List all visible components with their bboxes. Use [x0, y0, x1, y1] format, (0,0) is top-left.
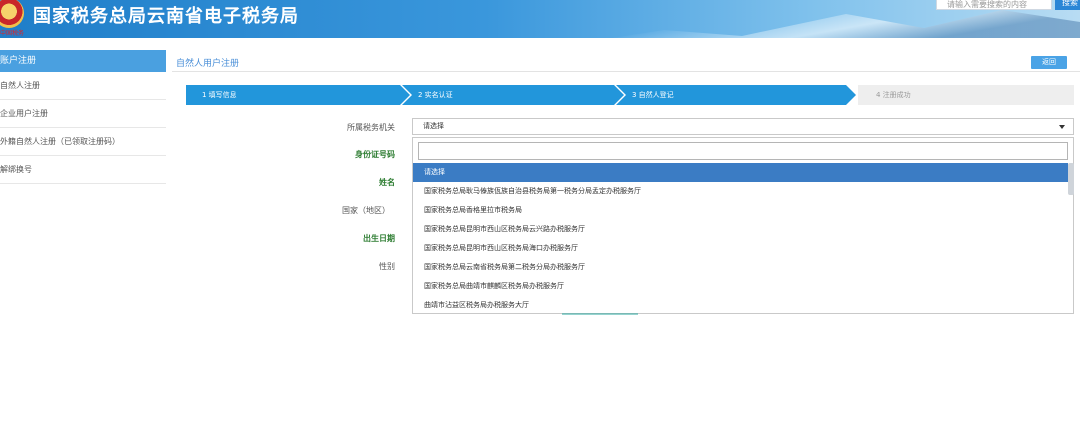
dropdown-scrollbar[interactable] [1068, 163, 1074, 195]
sidebar-heading: 账户注册 [0, 50, 166, 72]
tax-emblem-icon [0, 0, 24, 28]
chevron-down-icon [1059, 125, 1065, 129]
tax-office-dropdown: 请选择 国家税务总局耿马傣族佤族自治县税务局第一税务分局孟定办税服务厅 国家税务… [412, 137, 1074, 314]
logo-caption: 中国税务 [0, 30, 25, 37]
select-value: 请选择 [423, 122, 444, 130]
progress-steps: 1 填写信息 2 实名认证 3 自然人登记 4 注册成功 [186, 85, 1074, 105]
dropdown-options: 请选择 国家税务总局耿马傣族佤族自治县税务局第一税务分局孟定办税服务厅 国家税务… [413, 163, 1068, 315]
tax-office-label: 所属税务机关 [347, 123, 395, 132]
birth-date-label: 出生日期 [363, 234, 395, 243]
step-arrow-icon [846, 85, 856, 105]
sidebar-item-foreign-person[interactable]: 外籍自然人注册（已领取注册码） [0, 128, 166, 156]
tax-office-select[interactable]: 请选择 [412, 118, 1074, 135]
step-label: 3 自然人登记 [632, 91, 674, 99]
sidebar-item-natural-person[interactable]: 自然人注册 [0, 72, 166, 100]
dropdown-option[interactable]: 曲靖市沾益区税务局办税服务大厅 [413, 296, 1068, 315]
step-label: 4 注册成功 [876, 91, 911, 99]
dropdown-option[interactable]: 国家税务总局昆明市西山区税务局云兴路办税服务厅 [413, 220, 1068, 239]
search-button[interactable]: 搜索 [1055, 0, 1080, 10]
country-label: 国家（地区） [342, 206, 390, 215]
step-1: 1 填写信息 [186, 85, 410, 105]
step-label: 2 实名认证 [418, 91, 453, 99]
step-arrow-icon [614, 85, 624, 105]
dropdown-option[interactable]: 国家税务总局昆明市西山区税务局海口办税服务厅 [413, 239, 1068, 258]
title-divider [172, 71, 1080, 72]
page-title: 自然人用户注册 [176, 59, 240, 69]
dropdown-option[interactable]: 国家税务总局香格里拉市税务局 [413, 201, 1068, 220]
submit-button-edge [562, 313, 638, 315]
name-label: 姓名 [379, 178, 395, 187]
search-input[interactable]: 请输入需要搜索的内容 [936, 0, 1052, 10]
step-4: 4 注册成功 [858, 85, 1074, 105]
back-button[interactable]: 返回 [1031, 56, 1067, 69]
site-header: 中国税务 国家税务总局云南省电子税务局 请输入需要搜索的内容 搜索 [0, 0, 1080, 38]
id-number-label: 身份证号码 [355, 150, 395, 159]
step-arrow-icon [400, 85, 410, 105]
step-2: 2 实名认证 [402, 85, 624, 105]
step-3: 3 自然人登记 [616, 85, 856, 105]
header-mountain-graphic [560, 10, 1080, 38]
dropdown-option[interactable]: 国家税务总局耿马傣族佤族自治县税务局第一税务分局孟定办税服务厅 [413, 182, 1068, 201]
dropdown-option[interactable]: 国家税务总局云南省税务局第二税务分局办税服务厅 [413, 258, 1068, 277]
dropdown-search-input[interactable] [418, 142, 1068, 160]
gender-label: 性别 [379, 262, 395, 271]
dropdown-option[interactable]: 请选择 [413, 163, 1068, 182]
sidebar: 账户注册 自然人注册 企业用户注册 外籍自然人注册（已领取注册码） 解绑换号 [0, 50, 166, 184]
sidebar-item-unbind-number[interactable]: 解绑换号 [0, 156, 166, 184]
dropdown-option[interactable]: 国家税务总局曲靖市麒麟区税务局办税服务厅 [413, 277, 1068, 296]
step-label: 1 填写信息 [202, 91, 237, 99]
sidebar-item-enterprise[interactable]: 企业用户注册 [0, 100, 166, 128]
site-title: 国家税务总局云南省电子税务局 [33, 6, 299, 27]
